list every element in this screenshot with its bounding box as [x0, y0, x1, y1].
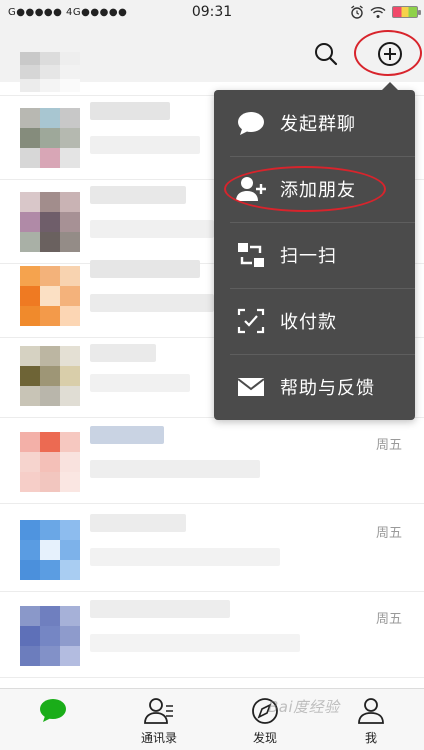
blurred-name: [90, 344, 156, 362]
avatar: [20, 266, 80, 326]
menu-item-add-friend[interactable]: 添加朋友: [214, 156, 415, 222]
avatar: [20, 192, 80, 252]
blurred-message: [90, 374, 190, 392]
menu-item-payment[interactable]: 收付款: [214, 288, 415, 354]
menu-item-group-chat[interactable]: 发起群聊: [214, 90, 415, 156]
chat-row[interactable]: [0, 38, 424, 96]
tab-label: 发现: [252, 731, 277, 745]
avatar: [20, 108, 80, 168]
menu-item-scan[interactable]: 扫一扫: [214, 222, 415, 288]
chat-row[interactable]: 周五: [0, 594, 424, 678]
blurred-message: [90, 220, 214, 238]
menu-item-label: 添加朋友: [280, 180, 356, 201]
blurred-name: [90, 186, 186, 204]
blurred-message: [90, 460, 260, 478]
blurred-name: [90, 600, 230, 618]
blurred-name: [90, 514, 186, 532]
avatar: [20, 432, 80, 492]
tab-bar: 通讯录 发现 我: [0, 688, 424, 750]
alarm-icon: [351, 5, 363, 19]
blurred-message: [90, 548, 280, 566]
blurred-name: [90, 102, 170, 120]
avatar: [20, 520, 80, 580]
contacts-icon: [144, 698, 173, 724]
chat-row[interactable]: 周五: [0, 508, 424, 592]
menu-item-help-feedback[interactable]: 帮助与反馈: [214, 354, 415, 420]
avatar: [20, 52, 80, 92]
chat-time: 周五: [375, 526, 402, 541]
menu-item-label: 帮助与反馈: [280, 378, 375, 399]
me-icon: [358, 698, 384, 724]
battery-icon: [392, 6, 421, 18]
blurred-message: [90, 634, 300, 652]
chat-bubble-icon: [238, 112, 264, 135]
blurred-message: [90, 136, 200, 154]
menu-item-label: 收付款: [280, 312, 337, 333]
scan-icon: [238, 243, 264, 267]
status-icons: [350, 5, 421, 19]
tab-contacts[interactable]: 通讯录: [106, 689, 212, 750]
chat-time: 周五: [375, 438, 402, 453]
payment-icon: [237, 308, 265, 334]
mail-icon: [237, 378, 265, 396]
blurred-name: [90, 260, 200, 278]
status-bar: G●●●●● 4G●●●●● 09:31: [0, 0, 424, 26]
chats-icon: [40, 699, 66, 722]
blurred-message: [90, 294, 214, 312]
chat-time: 周五: [375, 612, 402, 627]
menu-item-label: 扫一扫: [280, 246, 337, 267]
avatar: [20, 346, 80, 406]
tab-label: 我: [364, 731, 377, 745]
tab-chats[interactable]: [0, 689, 106, 750]
menu-item-label: 发起群聊: [280, 114, 356, 135]
blurred-name: [90, 426, 164, 444]
chat-row[interactable]: 周五: [0, 420, 424, 504]
add-friend-icon: [236, 177, 266, 201]
watermark: Bai度经验: [268, 698, 340, 716]
plus-dropdown-menu: 发起群聊 添加朋友 扫一扫 收付款 帮助与反馈: [214, 82, 415, 420]
tab-label: 通讯录: [140, 731, 177, 745]
avatar: [20, 606, 80, 666]
wifi-icon: [370, 6, 386, 18]
